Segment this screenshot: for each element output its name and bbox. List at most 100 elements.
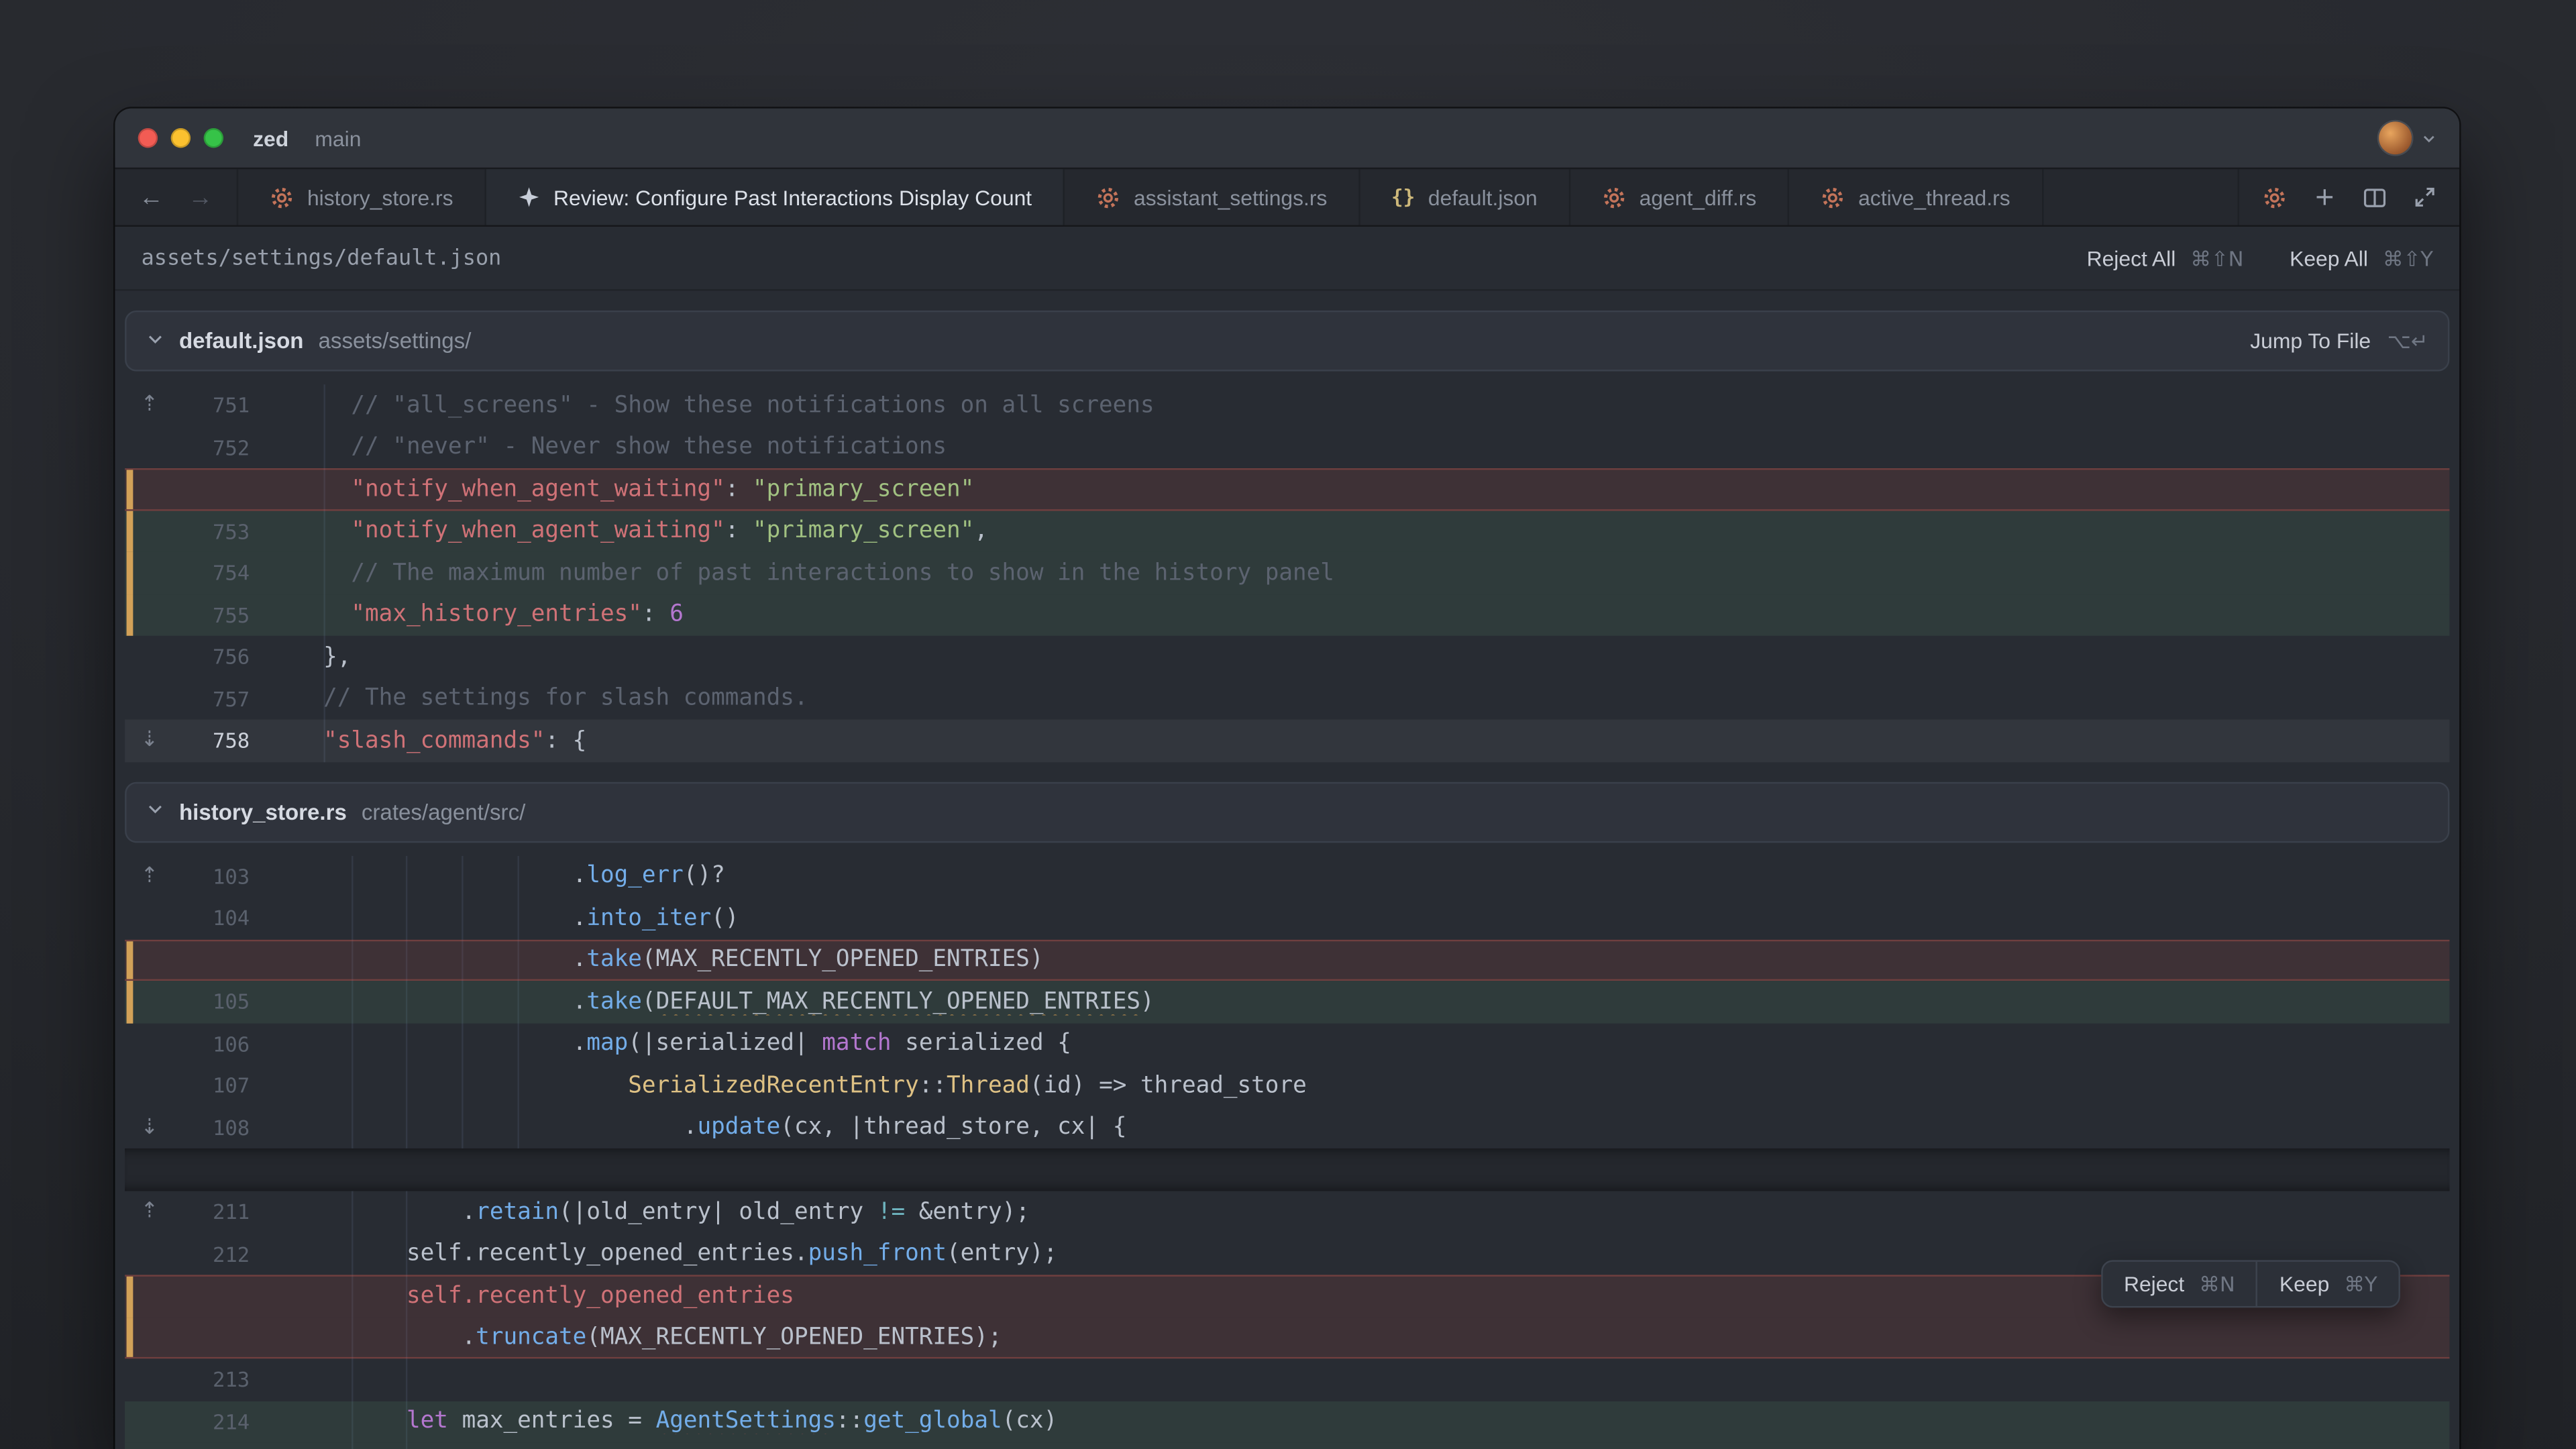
line-number[interactable]: 105 <box>174 989 250 1014</box>
line-number[interactable]: 755 <box>174 602 250 627</box>
tab-default-json[interactable]: {}default.json <box>1360 169 1570 225</box>
code-line-row[interactable]: 106 .map(|serialized| match serialized { <box>125 1022 2449 1064</box>
code-line[interactable]: // "never" - Never show these notificati… <box>250 434 2449 460</box>
tab-active-thread-rs[interactable]: active_thread.rs <box>1789 169 2043 225</box>
chevron-down-icon[interactable] <box>2422 131 2436 146</box>
code-line-row[interactable]: 756 }, <box>125 636 2449 678</box>
code-line-row[interactable]: 105 .take(DEFAULT_MAX_RECENTLY_OPENED_EN… <box>125 981 2449 1022</box>
shortcut-hint: ⌘⇧Y <box>2383 246 2433 270</box>
expand-up-icon[interactable]: ⇡ <box>125 1199 174 1224</box>
line-number[interactable]: 213 <box>174 1367 250 1392</box>
code-line-row[interactable]: 213 <box>125 1358 2449 1400</box>
chevron-down-icon[interactable] <box>146 326 164 356</box>
line-number[interactable]: 107 <box>174 1073 250 1098</box>
expand-down-icon[interactable]: ⇣ <box>125 1115 174 1140</box>
line-number[interactable]: 751 <box>174 393 250 418</box>
expand-up-icon[interactable]: ⇡ <box>125 393 174 418</box>
expand-pane-button[interactable] <box>2414 186 2436 209</box>
chevron-down-icon[interactable] <box>146 797 164 826</box>
button-label: Keep All <box>2290 246 2368 270</box>
line-number[interactable]: 757 <box>174 686 250 711</box>
line-number[interactable]: 214 <box>174 1409 250 1434</box>
zoom-button[interactable] <box>204 128 223 148</box>
excerpt-section-history_store.rs: history_store.rscrates/agent/src/⇡103 .l… <box>125 781 2449 1449</box>
close-button[interactable] <box>138 128 158 148</box>
tab-bar: ←→ history_store.rsReview: Configure Pas… <box>115 168 2459 227</box>
code-line-row[interactable]: ⇣758 "slash_commands": { <box>125 720 2449 761</box>
expand-up-icon[interactable]: ⇡ <box>125 864 174 889</box>
code-line-row[interactable]: .take(MAX_RECENTLY_OPENED_ENTRIES) <box>125 939 2449 981</box>
code-line-row[interactable]: 752 // "never" - Never show these notifi… <box>125 427 2449 468</box>
tab-label: assistant_settings.rs <box>1134 185 1327 210</box>
tab-agent-diff-rs[interactable]: agent_diff.rs <box>1570 169 1789 225</box>
code-line[interactable]: .into_iter() <box>250 905 2449 931</box>
tab-bar-actions <box>2238 169 2460 225</box>
code-line[interactable]: .take(MAX_RECENTLY_OPENED_ENTRIES) <box>250 947 2449 973</box>
line-number[interactable]: 754 <box>174 561 250 586</box>
code-line[interactable]: .log_err()? <box>250 863 2449 889</box>
line-number[interactable]: 212 <box>174 1242 250 1267</box>
minimize-button[interactable] <box>171 128 191 148</box>
excerpt-header[interactable]: history_store.rscrates/agent/src/ <box>125 781 2449 842</box>
code-line[interactable]: .truncate(MAX_RECENTLY_OPENED_ENTRIES); <box>250 1324 2449 1350</box>
line-number[interactable]: 104 <box>174 906 250 930</box>
code-line[interactable]: // The settings for slash commands. <box>250 686 2449 712</box>
line-number[interactable]: 756 <box>174 645 250 669</box>
code-line-row[interactable]: 104 .into_iter() <box>125 897 2449 938</box>
rust-icon[interactable] <box>2262 185 2287 210</box>
tab-review-configure-past-interactions-display-count[interactable]: Review: Configure Past Interactions Disp… <box>486 169 1065 225</box>
code-line[interactable]: "notify_when_agent_waiting": "primary_sc… <box>250 518 2449 544</box>
breadcrumb[interactable]: assets/settings/default.json <box>142 246 502 270</box>
back-button[interactable]: ← <box>131 177 171 217</box>
code-line-row[interactable]: ⇣108 .update(cx, |thread_store, cx| { <box>125 1106 2449 1148</box>
code-line[interactable]: SerializedRecentEntry::Thread(id) => thr… <box>250 1073 2449 1099</box>
line-number[interactable]: 753 <box>174 519 250 543</box>
code-line-row[interactable]: .truncate(MAX_RECENTLY_OPENED_ENTRIES); <box>125 1317 2449 1358</box>
code-line[interactable]: "slash_commands": { <box>250 727 2449 753</box>
code-line-row[interactable]: ⇡211 .retain(|old_entry| old_entry != &e… <box>125 1191 2449 1233</box>
expand-down-icon[interactable]: ⇣ <box>125 729 174 753</box>
excerpt-file-dir: crates/agent/src/ <box>362 799 525 824</box>
line-number[interactable]: 106 <box>174 1031 250 1056</box>
split-pane-button[interactable] <box>2363 185 2387 210</box>
avatar[interactable] <box>2379 121 2412 154</box>
code-line-row[interactable]: 215 .max_history_entries <box>125 1442 2449 1449</box>
code-line[interactable]: .retain(|old_entry| old_entry != &entry)… <box>250 1199 2449 1225</box>
code-line[interactable]: let max_entries = AgentSettings::get_glo… <box>250 1408 2449 1434</box>
code-line-row[interactable]: 754 // The maximum number of past intera… <box>125 552 2449 594</box>
code-line[interactable]: .take(DEFAULT_MAX_RECENTLY_OPENED_ENTRIE… <box>250 989 2449 1015</box>
tab-label: default.json <box>1428 185 1538 210</box>
code-line[interactable]: .update(cx, |thread_store, cx| { <box>250 1114 2449 1140</box>
tab-assistant-settings-rs[interactable]: assistant_settings.rs <box>1065 169 1360 225</box>
code-line-row[interactable]: 753 "notify_when_agent_waiting": "primar… <box>125 510 2449 551</box>
code-line[interactable]: .map(|serialized| match serialized { <box>250 1030 2449 1057</box>
jump-to-file-button[interactable]: Jump To File⌥↵ <box>2250 329 2428 354</box>
keep-hunk-button[interactable]: Keep⌘Y <box>2257 1262 2399 1306</box>
code-line-row[interactable]: 757 // The settings for slash commands. <box>125 678 2449 719</box>
code-line[interactable]: "notify_when_agent_waiting": "primary_sc… <box>250 476 2449 502</box>
tab-history-store-rs[interactable]: history_store.rs <box>237 169 486 225</box>
line-number[interactable]: 211 <box>174 1199 250 1224</box>
line-number[interactable]: 108 <box>174 1115 250 1140</box>
code-line-row[interactable]: 107 SerializedRecentEntry::Thread(id) =>… <box>125 1065 2449 1106</box>
code-line[interactable]: "max_history_entries": 6 <box>250 602 2449 628</box>
rust-icon <box>1096 185 1121 210</box>
keep-all-button[interactable]: Keep All ⌘⇧Y <box>2290 246 2433 270</box>
code-line-row[interactable]: ⇡103 .log_err()? <box>125 855 2449 897</box>
branch-label[interactable]: main <box>315 125 361 150</box>
line-number[interactable]: 758 <box>174 729 250 753</box>
reject-all-button[interactable]: Reject All ⌘⇧N <box>2087 246 2244 270</box>
code-line-row[interactable]: ⇡751 // "all_screens" - Show these notif… <box>125 384 2449 426</box>
code-line-row[interactable]: "notify_when_agent_waiting": "primary_sc… <box>125 468 2449 510</box>
code-line[interactable]: // "all_screens" - Show these notificati… <box>250 392 2449 419</box>
code-line[interactable]: // The maximum number of past interactio… <box>250 559 2449 586</box>
code-line[interactable]: }, <box>250 643 2449 669</box>
code-line-row[interactable]: 214 let max_entries = AgentSettings::get… <box>125 1401 2449 1442</box>
forward-button[interactable]: → <box>180 177 220 217</box>
line-number[interactable]: 103 <box>174 864 250 889</box>
line-number[interactable]: 752 <box>174 435 250 460</box>
reject-hunk-button[interactable]: Reject⌘N <box>2102 1262 2257 1306</box>
excerpt-header[interactable]: default.jsonassets/settings/Jump To File… <box>125 311 2449 372</box>
code-line-row[interactable]: 755 "max_history_entries": 6 <box>125 594 2449 635</box>
new-tab-button[interactable] <box>2313 186 2336 209</box>
